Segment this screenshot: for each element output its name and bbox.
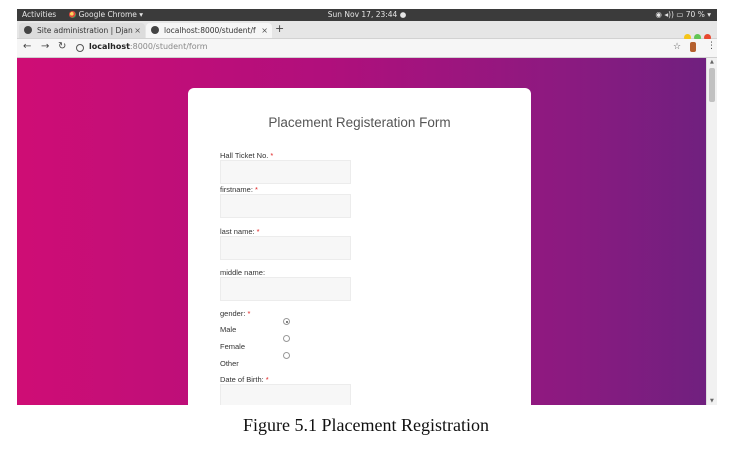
field-label-text: gender: bbox=[220, 309, 246, 318]
dob-label: Date of Birth: * bbox=[220, 375, 269, 384]
kebab-menu-icon[interactable]: ⋮ bbox=[707, 41, 716, 51]
globe-icon bbox=[24, 26, 32, 34]
page-viewport: Placement Registeration Form Hall Ticket… bbox=[17, 58, 706, 405]
required-marker: * bbox=[265, 375, 269, 384]
scroll-thumb[interactable] bbox=[709, 68, 715, 102]
reload-icon[interactable]: ↻ bbox=[58, 41, 66, 52]
system-tray[interactable]: ◉ ◂)) ▭ 70 % ▾ bbox=[655, 9, 711, 21]
figure-caption: Figure 5.1 Placement Registration bbox=[243, 415, 489, 435]
hall-ticket-input[interactable] bbox=[220, 160, 351, 184]
field-label-text: last name: bbox=[220, 227, 255, 236]
globe-icon bbox=[151, 26, 159, 34]
back-arrow-icon[interactable]: ← bbox=[23, 41, 31, 52]
gender-option-female: Female bbox=[220, 342, 246, 351]
gender-radio-other[interactable] bbox=[283, 352, 290, 359]
required-marker: * bbox=[270, 151, 274, 160]
scroll-up-icon[interactable]: ▲ bbox=[710, 59, 714, 65]
url-path: :8000/student/form bbox=[129, 42, 208, 51]
url-host: localhost bbox=[89, 42, 130, 51]
firstname-input[interactable] bbox=[220, 194, 351, 218]
field-label-text: middle name: bbox=[220, 268, 266, 277]
close-icon[interactable]: × bbox=[261, 23, 268, 38]
info-icon[interactable] bbox=[76, 44, 84, 52]
field-label-text: Date of Birth: bbox=[220, 375, 264, 384]
os-top-bar: Activities Google Chrome ▾ Sun Nov 17, 2… bbox=[17, 9, 717, 21]
forward-arrow-icon[interactable]: → bbox=[41, 41, 49, 52]
tab-title: localhost:8000/student/f bbox=[164, 26, 256, 35]
middlename-input[interactable] bbox=[220, 277, 351, 301]
clock[interactable]: Sun Nov 17, 23:44 ● bbox=[17, 9, 717, 21]
field-label-text: Hall Ticket No. bbox=[220, 151, 269, 160]
gender-radio-female[interactable] bbox=[283, 335, 290, 342]
gender-label: gender: * bbox=[220, 309, 250, 318]
tab-site-admin[interactable]: Site administration | Djan × bbox=[19, 23, 145, 38]
scroll-down-icon[interactable]: ▼ bbox=[710, 398, 714, 404]
screenshot: Activities Google Chrome ▾ Sun Nov 17, 2… bbox=[17, 9, 717, 405]
firstname-label: firstname: * bbox=[220, 185, 258, 194]
page-scrollbar[interactable]: ▲ ▼ bbox=[706, 58, 717, 405]
lastname-label: last name: * bbox=[220, 227, 260, 236]
tab-strip: Site administration | Djan × localhost:8… bbox=[17, 21, 717, 41]
required-marker: * bbox=[247, 309, 251, 318]
extension-icon[interactable] bbox=[690, 42, 696, 52]
new-tab-button[interactable]: + bbox=[275, 22, 284, 35]
gender-radio-male[interactable] bbox=[283, 318, 290, 325]
field-label-text: firstname: bbox=[220, 185, 253, 194]
url-field[interactable]: localhost:8000/student/form bbox=[89, 42, 208, 51]
gender-option-other: Other bbox=[220, 359, 239, 368]
lastname-input[interactable] bbox=[220, 236, 351, 260]
bookmark-star-icon[interactable]: ☆ bbox=[673, 42, 681, 52]
form-title: Placement Registeration Form bbox=[268, 115, 451, 130]
form-card: Placement Registeration Form Hall Ticket… bbox=[188, 88, 531, 405]
tab-title: Site administration | Djan bbox=[37, 26, 133, 35]
required-marker: * bbox=[256, 227, 260, 236]
required-marker: * bbox=[254, 185, 258, 194]
gender-option-male: Male bbox=[220, 325, 237, 334]
dob-input[interactable] bbox=[220, 384, 351, 405]
address-bar: ← → ↻ localhost:8000/student/form ☆ ⋮ bbox=[17, 39, 717, 58]
middlename-label: middle name: bbox=[220, 268, 267, 277]
tab-student-form[interactable]: localhost:8000/student/f × bbox=[146, 23, 272, 38]
close-icon[interactable]: × bbox=[134, 23, 141, 38]
hall-ticket-label: Hall Ticket No. * bbox=[220, 151, 273, 160]
